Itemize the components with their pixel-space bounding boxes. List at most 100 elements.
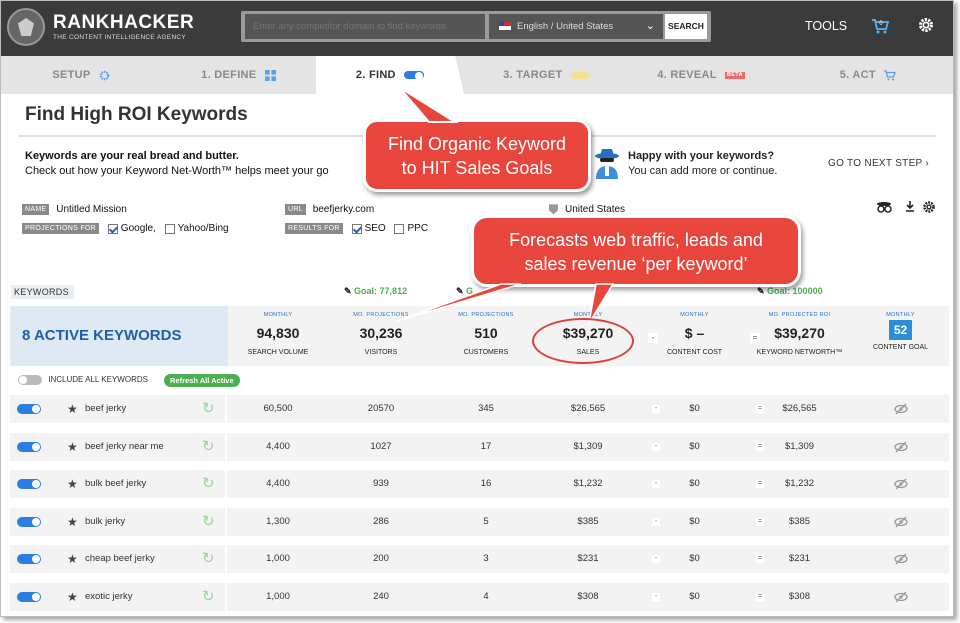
cell-visitors: 286 [373, 515, 389, 527]
chevron-down-icon: ⌄ [645, 20, 655, 32]
star-icon[interactable]: ★ [67, 478, 78, 490]
toggle-icon [570, 71, 589, 79]
url-tag: URL [285, 204, 306, 215]
country-value[interactable]: United States [565, 204, 625, 215]
star-icon[interactable]: ★ [67, 591, 78, 603]
table-row: ★ beef jerky ↻ 60,500 20570 345 $26,565 $0 $26,5… [10, 395, 949, 423]
next-step-link[interactable]: GO TO NEXT STEP › [828, 158, 929, 169]
refresh-icon[interactable]: ↻ [202, 433, 215, 461]
keywords-label: KEYWORDS [11, 285, 74, 299]
star-icon[interactable]: ★ [67, 553, 78, 565]
summary-value: $ – [684, 325, 705, 341]
google-checkbox[interactable] [107, 223, 118, 234]
keyword-toggle[interactable] [17, 404, 41, 414]
summary-content-cost: MONTHLY $ – CONTENT COST [642, 306, 747, 366]
cell-visitors: 200 [373, 553, 389, 565]
yahoo-checkbox[interactable] [164, 223, 175, 234]
table-row: ★ cheap beef jerky ↻ 1,000 200 3 $231 $0 $231- = [10, 545, 949, 574]
hidden-eye-icon[interactable] [894, 590, 908, 604]
minus-operator: - [652, 442, 660, 451]
tab-target-label: 3. TARGET [503, 69, 563, 81]
keyword-toggle[interactable] [17, 441, 41, 452]
logo-icon[interactable] [7, 8, 45, 46]
refresh-icon[interactable]: ↻ [202, 470, 215, 498]
seo-checkbox[interactable] [351, 223, 362, 234]
locale-select[interactable]: English / United States ⌄ [489, 14, 663, 39]
hidden-eye-icon[interactable] [894, 477, 908, 491]
summary-caption: VISITORS [364, 349, 398, 356]
summary-networth: MO. PROJECTED ROI $39,270 KEYWORD NETWOR… [747, 306, 852, 366]
tab-reveal[interactable]: 4. REVEAL BETA [621, 56, 781, 94]
keyword-toggle[interactable] [17, 479, 41, 490]
download-icon[interactable] [906, 201, 914, 212]
content-goal-badge[interactable]: 52 [888, 320, 913, 340]
cart-icon[interactable]: 0 [871, 17, 889, 35]
settings-gear-icon[interactable] [923, 201, 935, 213]
tab-define[interactable]: 1. DEFINE [161, 56, 316, 94]
gear-icon [99, 70, 109, 80]
spy-group-icon[interactable] [877, 202, 892, 213]
equals-operator: = [756, 517, 764, 526]
intro-heading: Keywords are your real bread and butter. [25, 150, 239, 162]
hidden-eye-icon[interactable] [894, 402, 908, 416]
toggle-switch[interactable] [18, 375, 42, 385]
cell-visitors: 240 [373, 591, 389, 602]
search-button[interactable]: SEARCH [665, 14, 707, 39]
toggle-icon [404, 71, 425, 81]
cell-customers: 16 [480, 478, 492, 490]
results-row: RESULTS FOR SEO PPC [285, 223, 428, 234]
happy-heading: Happy with your keywords? [628, 150, 775, 162]
keyword-label[interactable]: bulk beef jerky [85, 470, 146, 498]
networth-goal[interactable]: Goal: 100000 [757, 286, 823, 297]
hidden-eye-icon[interactable] [894, 552, 908, 566]
tab-act-label: 5. ACT [839, 69, 876, 81]
keyword-toggle[interactable] [17, 592, 41, 602]
summary-value: $39,270 [774, 325, 825, 341]
keyword-label[interactable]: beef jerky [85, 395, 126, 423]
keyword-toggle[interactable] [17, 554, 41, 565]
hidden-eye-icon[interactable] [894, 440, 908, 454]
refresh-icon[interactable]: ↻ [202, 508, 215, 536]
keyword-label[interactable]: cheap beef jerky [85, 545, 155, 573]
star-icon[interactable]: ★ [67, 403, 78, 415]
keyword-label[interactable]: beef jerky near me [85, 433, 164, 461]
keyword-label[interactable]: exotic jerky [85, 583, 133, 611]
tab-act[interactable]: 5. ACT [781, 56, 953, 94]
equals-operator: = [756, 593, 764, 601]
tools-menu[interactable]: TOOLS [805, 19, 847, 33]
mission-name-value[interactable]: Untitled Mission [56, 204, 127, 215]
table-row: ★ beef jerky near me ↻ 4,400 1027 17 $1,309 $0 $… [10, 432, 949, 461]
app-window: RANKHACKER THE CONTENT INTELLIGENCE AGEN… [0, 0, 954, 617]
star-icon[interactable]: ★ [67, 516, 78, 528]
mission-url-value[interactable]: beefjerky.com [313, 204, 375, 215]
hidden-eye-icon[interactable] [894, 515, 908, 529]
summary-caption: CUSTOMERS [463, 349, 509, 356]
search-input[interactable] [245, 14, 485, 39]
keyword-toggle[interactable] [17, 516, 41, 527]
settings-gear-icon[interactable] [917, 16, 935, 34]
tab-target[interactable]: 3. TARGET [471, 56, 621, 94]
sales-highlight-ellipse [532, 318, 634, 364]
us-flag-icon [499, 22, 511, 31]
refresh-all-button[interactable]: Refresh All Active [164, 374, 240, 387]
cell-volume: 60,500 [263, 403, 293, 414]
tab-reveal-label: 4. REVEAL [657, 69, 717, 81]
ppc-checkbox[interactable] [394, 223, 405, 234]
refresh-icon[interactable]: ↻ [202, 395, 215, 423]
star-icon[interactable]: ★ [67, 441, 78, 453]
refresh-icon[interactable]: ↻ [202, 583, 215, 611]
minus-operator: - [652, 555, 660, 564]
cell-customers: 3 [483, 553, 489, 565]
minus-operator: - [652, 480, 660, 489]
active-keywords-count: 8 ACTIVE KEYWORDS [10, 306, 228, 366]
include-all-toggle[interactable]: INCLUDE ALL KEYWORDS [18, 375, 148, 385]
keyword-label[interactable]: bulk jerky [85, 508, 125, 536]
refresh-icon[interactable]: ↻ [202, 545, 215, 573]
summary-caption: KEYWORD NETWORTH™ [756, 349, 843, 356]
cell-volume: 4,400 [266, 440, 290, 452]
cell-sales: $231 [577, 553, 599, 565]
brand-name[interactable]: RANKHACKER [53, 12, 194, 34]
cell-customers: 4 [483, 591, 489, 602]
tab-setup[interactable]: SETUP [1, 56, 161, 94]
tab-setup-label: SETUP [52, 69, 91, 81]
